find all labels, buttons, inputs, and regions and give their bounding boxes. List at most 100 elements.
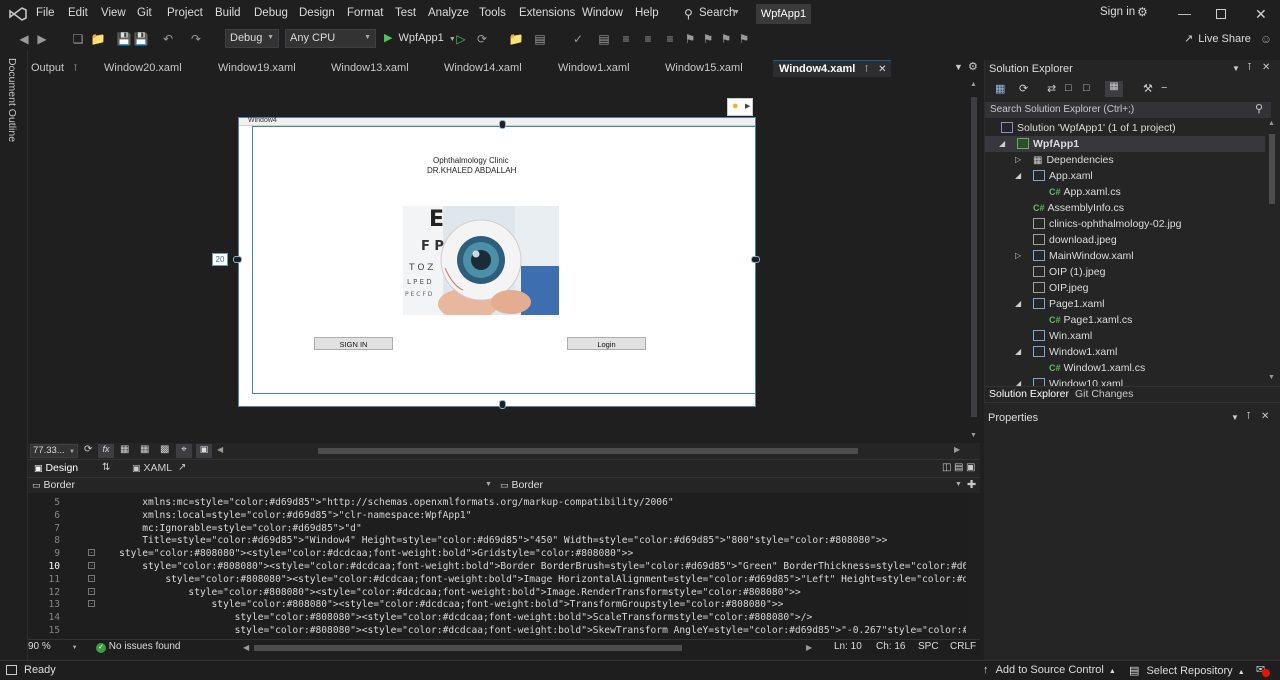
fold-toggle-icon[interactable]: - xyxy=(88,549,95,557)
pin-icon[interactable]: ⊺ xyxy=(1246,411,1251,422)
tree-item[interactable]: ◢ Page1.xaml xyxy=(985,296,1265,312)
tree-item[interactable]: Win.xaml xyxy=(985,328,1265,344)
login-button[interactable]: Login xyxy=(567,337,646,350)
feedback-icon[interactable]: ☺ xyxy=(1258,31,1274,47)
split-add-icon[interactable]: ✚ xyxy=(967,478,976,491)
tree-scrollbar[interactable]: ▲ ▼ xyxy=(1267,120,1277,386)
expand-toggle-icon[interactable]: ◢ xyxy=(1015,376,1021,386)
whitespace-mode[interactable]: SPC xyxy=(918,641,939,652)
code-line[interactable]: mc:Ignorable=style="color:#d69d85">"d" xyxy=(96,522,362,535)
settings-wrench-icon[interactable]: ⚒ xyxy=(1143,82,1153,95)
design-tab[interactable]: ▣ Design xyxy=(34,462,78,474)
code-line[interactable]: style="color:#808080"><style="color:#dcd… xyxy=(96,573,968,586)
scroll-down-icon[interactable]: ▼ xyxy=(970,432,977,439)
menu-git[interactable]: Git xyxy=(137,7,152,19)
tree-item[interactable]: clinics-ophthalmology-02.jpg xyxy=(985,216,1265,232)
code-line[interactable]: style="color:#808080"><style="color:#dcd… xyxy=(96,560,968,573)
tab-window13[interactable]: Window13.xaml xyxy=(331,60,409,77)
tab-window15[interactable]: Window15.xaml xyxy=(665,60,743,77)
tree-item[interactable]: C# Window1.xaml.cs xyxy=(985,360,1265,376)
close-icon[interactable]: ✕ xyxy=(878,64,886,75)
snap-lines-icon[interactable]: ⌖ xyxy=(176,444,192,458)
menu-build[interactable]: Build xyxy=(215,7,241,19)
show-all-files-icon[interactable]: □ xyxy=(1065,82,1072,94)
zoom-select[interactable]: 77.33... ▼ xyxy=(30,444,78,458)
tree-item[interactable]: C# AssemblyInfo.cs xyxy=(985,200,1265,216)
tab-list-dropdown-icon[interactable]: ▼ xyxy=(954,62,963,72)
close-window-button[interactable]: ✕ xyxy=(1255,6,1267,23)
tree-item[interactable]: OIP (1).jpeg xyxy=(985,264,1265,280)
folder-icon[interactable]: 📁 xyxy=(508,31,524,47)
menu-edit[interactable]: Edit xyxy=(68,7,88,19)
sign-in-button[interactable]: SIGN IN xyxy=(314,337,393,350)
issues-indicator[interactable]: ✓ No issues found xyxy=(96,641,181,653)
designer-vertical-scrollbar[interactable]: ▲ ▼ xyxy=(968,77,980,443)
navigate-forward-icon[interactable]: ▶ xyxy=(34,31,50,47)
line-ending-mode[interactable]: CRLF xyxy=(950,641,976,652)
layout-icon[interactable]: ▤ xyxy=(532,31,548,47)
chevron-down-icon[interactable]: ▼ xyxy=(485,481,492,488)
code-line[interactable]: style="color:#808080"><style="color:#dcd… xyxy=(96,586,800,599)
new-project-icon[interactable]: ❏ xyxy=(70,31,86,47)
tab-window1[interactable]: Window1.xaml xyxy=(558,60,630,77)
quick-actions-lightbulb-icon[interactable]: ● ▶ xyxy=(727,98,753,116)
editor-horizontal-scrollbar[interactable] xyxy=(254,645,682,651)
expand-toggle-icon[interactable]: ▷ xyxy=(1015,248,1021,264)
collapse-all-icon[interactable]: ⇄ xyxy=(1047,82,1056,95)
search-icon[interactable]: ⚲ xyxy=(684,7,693,21)
pin-icon[interactable]: ⊺ xyxy=(864,64,869,74)
code-line[interactable]: Title=style="color:#d69d85">"Window4" He… xyxy=(96,534,887,547)
fold-toggle-icon[interactable]: - xyxy=(88,574,95,582)
chevron-down-icon[interactable]: ▼ xyxy=(1232,64,1240,73)
menu-extensions[interactable]: Extensions xyxy=(519,7,575,19)
undo-icon[interactable]: ↶ xyxy=(160,31,176,47)
tree-item[interactable]: ▷ ▦ Dependencies xyxy=(985,152,1265,168)
tab-solution-explorer[interactable]: Solution Explorer xyxy=(989,388,1069,400)
menu-design[interactable]: Design xyxy=(299,7,335,19)
menu-analyze[interactable]: Analyze xyxy=(428,7,469,19)
tree-item[interactable]: C# Page1.xaml.cs xyxy=(985,312,1265,328)
tab-output[interactable]: Output ⊺ xyxy=(31,60,99,77)
indent-icon[interactable]: ≡ xyxy=(618,31,634,47)
save-all-icon[interactable]: 💾 xyxy=(133,31,149,47)
tab-window19[interactable]: Window19.xaml xyxy=(218,60,296,77)
scroll-thumb[interactable] xyxy=(971,97,977,417)
xaml-code-editor[interactable]: 5 xmlns:mc=style="color:#d69d85">"http:/… xyxy=(28,493,968,639)
element-selector-right[interactable]: ▭ Border xyxy=(500,479,543,491)
fold-toggle-icon[interactable]: - xyxy=(88,562,95,569)
add-to-source-control-button[interactable]: ↑ Add to Source Control ▲ xyxy=(983,664,1116,676)
notifications-bell-icon[interactable]: ✉ xyxy=(1256,663,1270,677)
resize-handle-top[interactable] xyxy=(499,120,506,129)
live-share-button[interactable]: ↗ Live Share xyxy=(1184,32,1251,45)
document-outline-tab[interactable]: Document Outline xyxy=(6,58,18,142)
collapse-pane-icon[interactable]: ▣ xyxy=(966,462,975,473)
expand-toggle-icon[interactable]: ◢ xyxy=(1015,296,1021,312)
tree-item[interactable]: ◢ Window10.xaml xyxy=(985,376,1265,386)
snap-grid-icon[interactable]: ▦ xyxy=(140,444,149,455)
start-without-debug-icon[interactable]: ▷ xyxy=(453,31,469,47)
chevron-down-icon[interactable]: ▼ xyxy=(955,481,962,488)
filter-icon[interactable]: ▦ xyxy=(1105,81,1123,97)
tab-git-changes[interactable]: Git Changes xyxy=(1075,388,1133,400)
scroll-up-icon[interactable]: ▲ xyxy=(1268,120,1275,127)
sync-icon[interactable]: ⟳ xyxy=(1019,82,1028,95)
tree-item[interactable]: download.jpeg xyxy=(985,232,1265,248)
menu-view[interactable]: View xyxy=(101,7,126,19)
tab-window20[interactable]: Window20.xaml xyxy=(104,60,182,77)
switch-views-icon[interactable]: ▦ xyxy=(995,82,1005,95)
preview-icon[interactable]: − xyxy=(1161,82,1167,94)
menu-tools[interactable]: Tools xyxy=(479,7,506,19)
save-icon[interactable]: 💾 xyxy=(116,31,132,47)
resize-handle-right[interactable] xyxy=(751,256,760,263)
menu-format[interactable]: Format xyxy=(347,7,383,19)
code-line[interactable]: style="color:#808080"><style="color:#dcd… xyxy=(96,547,633,560)
properties-icon[interactable]: □ xyxy=(1083,82,1090,94)
designer-horizontal-scrollbar[interactable] xyxy=(318,448,858,454)
solution-search-input[interactable]: Search Solution Explorer (Ctrl+;) ⚲ xyxy=(985,102,1271,118)
scroll-up-icon[interactable]: ▲ xyxy=(970,81,977,88)
search-button[interactable]: Search xyxy=(699,7,735,19)
settings-gear-icon[interactable]: ⚙ xyxy=(968,60,978,73)
scroll-down-icon[interactable]: ▼ xyxy=(1268,374,1275,381)
resize-handle-bottom[interactable] xyxy=(499,400,506,409)
bookmark-icon[interactable]: ⚑ xyxy=(682,31,698,47)
